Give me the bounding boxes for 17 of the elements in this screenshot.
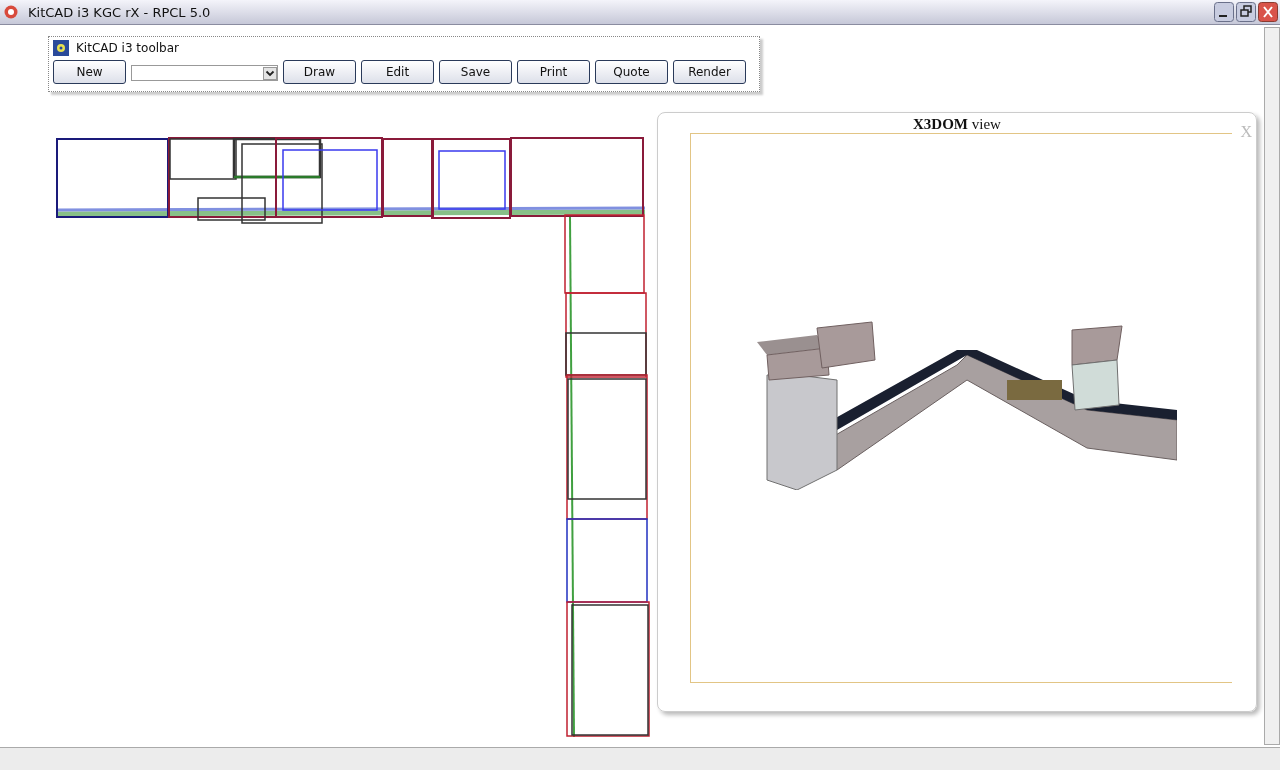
toolbar-button[interactable]: Render	[673, 60, 746, 84]
app-icon	[4, 5, 18, 19]
toolbar-button[interactable]: Edit	[361, 60, 434, 84]
toolbar-button[interactable]: Print	[517, 60, 590, 84]
toolbar-button[interactable]: New	[53, 60, 126, 84]
panel-title: X3DOM view	[913, 116, 1001, 133]
toolbar-button[interactable]: Quote	[595, 60, 668, 84]
close-icon[interactable]	[1258, 2, 1278, 22]
window-title: KitCAD i3 KGC rX - RPCL 5.0	[28, 4, 211, 20]
toolbar-title: KitCAD i3 toolbar	[76, 41, 179, 55]
restore-icon[interactable]	[1236, 2, 1256, 22]
caret-icon[interactable]	[263, 66, 277, 80]
vertical-scrollbar[interactable]	[1264, 27, 1280, 745]
toolbar-button[interactable]: Save	[439, 60, 512, 84]
minimize-icon[interactable]	[1214, 2, 1234, 22]
dropdown-field[interactable]	[131, 65, 278, 81]
toolbar-button[interactable]: Draw	[283, 60, 356, 84]
